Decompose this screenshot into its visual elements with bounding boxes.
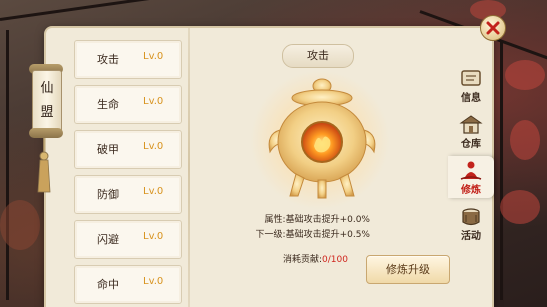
attribute-level: Lv.0 xyxy=(143,231,164,242)
blossom xyxy=(510,120,540,160)
tab-activity[interactable]: 活动 xyxy=(448,202,494,244)
attribute-name: 破甲 xyxy=(97,143,119,156)
blossom xyxy=(505,60,545,90)
attribute-list[interactable]: 攻击 Lv.0 生命 Lv.0 破甲 Lv.0 防御 Lv.0 闪避 Lv.0 … xyxy=(58,36,190,307)
cost-label: 消耗贡献: xyxy=(283,255,323,265)
attribute-name: 防御 xyxy=(97,188,119,201)
tab-label: 仓库 xyxy=(461,139,481,150)
banner-drum-icon xyxy=(462,208,480,226)
tab-info[interactable]: 信息 xyxy=(448,64,494,106)
attribute-item-health[interactable]: 生命 Lv.0 xyxy=(74,85,182,124)
guild-banner: 仙 盟 xyxy=(32,70,62,134)
tab-label: 活动 xyxy=(461,231,481,242)
tree-trunk xyxy=(6,30,9,300)
tassel-icon xyxy=(37,138,51,193)
side-tab-strip: 信息 仓库 修炼 活动 xyxy=(448,58,494,248)
list-divider xyxy=(188,28,190,307)
branch xyxy=(0,0,179,21)
tab-cultivation[interactable]: 修炼 xyxy=(448,156,494,198)
blossom xyxy=(0,200,40,250)
attribute-item-hit[interactable]: 命中 Lv.0 xyxy=(74,265,182,304)
close-button[interactable] xyxy=(480,15,506,41)
attribute-item-attack[interactable]: 攻击 Lv.0 xyxy=(74,40,182,79)
attribute-item-armor-break[interactable]: 破甲 Lv.0 xyxy=(74,130,182,169)
next-effect-text: 下一级:基础攻击提升+0.5% xyxy=(255,230,370,240)
attribute-level: Lv.0 xyxy=(143,96,164,107)
banner-bottom-rod xyxy=(29,128,63,138)
upgrade-button[interactable]: 修炼升级 xyxy=(366,255,450,284)
tab-label: 信息 xyxy=(461,93,481,104)
attribute-level: Lv.0 xyxy=(143,141,164,152)
attribute-level: Lv.0 xyxy=(143,186,164,197)
attribute-name: 闪避 xyxy=(97,233,119,246)
meditation-icon xyxy=(460,161,482,180)
attribute-name: 命中 xyxy=(97,278,119,291)
attribute-name: 生命 xyxy=(97,98,119,111)
blossom xyxy=(500,190,540,224)
banner-text: 仙 盟 xyxy=(33,77,61,125)
attribute-level: Lv.0 xyxy=(143,276,164,287)
tab-label: 修炼 xyxy=(461,185,481,196)
tab-warehouse[interactable]: 仓库 xyxy=(448,110,494,152)
banner-char: 盟 xyxy=(40,105,54,120)
tree-trunk xyxy=(500,40,503,300)
current-effect-text: 属性:基础攻击提升+0.0% xyxy=(264,215,370,225)
attribute-level: Lv.0 xyxy=(143,51,164,62)
cauldron-icon xyxy=(268,78,376,199)
close-x-icon xyxy=(486,21,500,35)
detail-title: 攻击 xyxy=(282,44,354,68)
attribute-item-dodge[interactable]: 闪避 Lv.0 xyxy=(74,220,182,259)
cost-text: 消耗贡献:0/100 xyxy=(283,252,348,265)
attribute-item-defense[interactable]: 防御 Lv.0 xyxy=(74,175,182,214)
cost-value: 0/100 xyxy=(322,255,348,265)
banner-char: 仙 xyxy=(40,81,54,96)
warehouse-icon xyxy=(459,115,483,134)
scroll-icon xyxy=(461,70,481,86)
attribute-name: 攻击 xyxy=(97,53,119,66)
